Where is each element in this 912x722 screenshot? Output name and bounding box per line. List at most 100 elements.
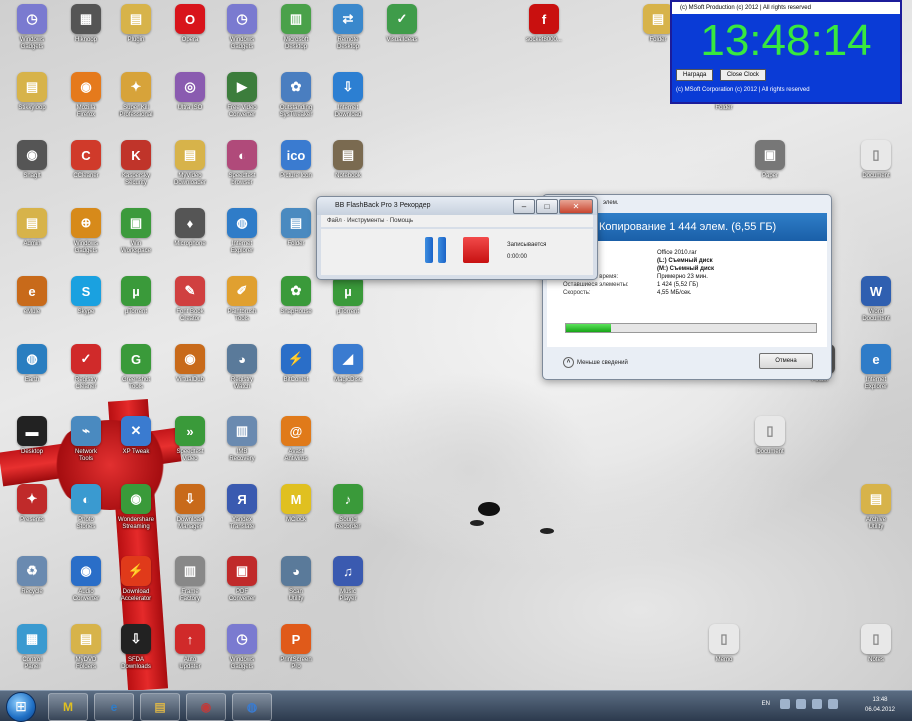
desktop-icon[interactable]: W Word Document: [846, 274, 906, 338]
desktop-icon[interactable]: ◎ Ultra ISO: [160, 70, 220, 134]
desktop-icon[interactable]: ▦ Control Panel: [2, 622, 62, 686]
desktop-icon[interactable]: ▯ Memo: [694, 622, 754, 686]
desktop-icon[interactable]: ♦ Microphone: [160, 206, 220, 270]
desktop-icon[interactable]: » Speedtest Video: [160, 414, 220, 478]
desktop-icon[interactable]: ▥ IMB Recovery: [212, 414, 272, 478]
desktop-icon[interactable]: ⚡ Download Accelerator: [106, 554, 166, 618]
desktop-icon[interactable]: ▯ Document: [846, 138, 906, 202]
desktop-icon[interactable]: ✦ Super Kill Professional: [106, 70, 166, 134]
close-clock-button[interactable]: Close Clock: [719, 69, 766, 81]
pause-button[interactable]: [425, 237, 447, 263]
tray-flag-icon[interactable]: [780, 699, 790, 709]
desktop-icon[interactable]: ◷ Windows Gadgets: [212, 2, 272, 66]
desktop-icon[interactable]: ▯ Notes: [846, 622, 906, 686]
desktop-icon[interactable]: ✿ Outstanding SysTweaker: [266, 70, 326, 134]
maximize-button[interactable]: □: [536, 199, 558, 214]
desktop-icon[interactable]: ◍ Internet Explorer: [212, 206, 272, 270]
desktop-icon[interactable]: ⚡ BitComet: [266, 342, 326, 406]
desktop-icon[interactable]: ✓ VisualIdeas: [372, 2, 432, 66]
taskbar-internet-explorer-button[interactable]: e: [94, 693, 134, 721]
desktop-icon[interactable]: G Greenshot Tools: [106, 342, 166, 406]
recorder-window[interactable]: BB FlashBack Pro 3 Рекордер – □ ✕ Файл ·…: [316, 196, 598, 280]
desktop-icon-label: Recycle: [21, 589, 43, 595]
recorder-titlebar[interactable]: BB FlashBack Pro 3 Рекордер – □ ✕: [317, 197, 597, 215]
desktop-icon[interactable]: e Internet Explorer: [846, 342, 906, 406]
app-icon: ▤: [281, 208, 311, 238]
desktop-icon[interactable]: ⇄ Remote Desktop: [318, 2, 378, 66]
app-icon: ◐: [71, 484, 101, 514]
desktop-icon[interactable]: ⇩ Internet Download: [318, 70, 378, 134]
desktop-icon[interactable]: ✐ Paintbrush Tools: [212, 274, 272, 338]
desktop-icon[interactable]: ▣ Paper: [740, 138, 800, 202]
close-button[interactable]: ✕: [559, 199, 593, 214]
desktop-icon[interactable]: ▯ Document: [740, 414, 800, 478]
desktop-icon[interactable]: ▤ Plugin: [106, 2, 166, 66]
desktop-icon[interactable]: ✎ Font Book Creator: [160, 274, 220, 338]
desktop-icon-label: Paper: [761, 173, 778, 179]
tray-network-icon[interactable]: [796, 699, 806, 709]
desktop-icon[interactable]: ico Picture Icon: [266, 138, 326, 202]
desktop-icon[interactable]: ✦ Presents: [2, 482, 62, 546]
desktop-icon[interactable]: f socket8000...: [514, 2, 574, 66]
taskbar-flashback-button[interactable]: ◉: [186, 693, 226, 721]
taskbar-copy-button[interactable]: ◍: [232, 693, 272, 721]
taskbar-explorer-button[interactable]: ▤: [140, 693, 180, 721]
app-icon: P: [281, 624, 311, 654]
desktop-icon[interactable]: ▬ Desktop: [2, 414, 62, 478]
taskbar-mclock-button[interactable]: M: [48, 693, 88, 721]
desktop-icon[interactable]: ◉ VirtualDub: [160, 342, 220, 406]
desktop-icon[interactable]: ✕ XP Tweak: [106, 414, 166, 478]
tray-volume-icon[interactable]: [812, 699, 822, 709]
minimize-button[interactable]: –: [513, 199, 535, 214]
desktop-icon[interactable]: ◉ SnagIt: [2, 138, 62, 202]
desktop-icon[interactable]: ♻ Recycle: [2, 554, 62, 618]
stop-button[interactable]: [463, 237, 489, 263]
desktop-icon[interactable]: ◍ Earth: [2, 342, 62, 406]
recorder-menu[interactable]: Файл · Инструменты · Помощь: [321, 215, 593, 227]
desktop-icon[interactable]: ↑ Auto Updater: [160, 622, 220, 686]
desktop-icon[interactable]: µ µTorrent: [106, 274, 166, 338]
desktop-icon[interactable]: ♫ Music Player: [318, 554, 378, 618]
desktop-icon[interactable]: ◕ Registry Watch: [212, 342, 272, 406]
desktop-icon[interactable]: ◐ Speedtest browser: [212, 138, 272, 202]
desktop-icon-label: Document: [862, 173, 890, 179]
detail-key: Скорость:: [563, 290, 591, 296]
desktop-icon[interactable]: ▤ Archive Utility: [846, 482, 906, 546]
desktop-icon[interactable]: ▣ Win Workspace: [106, 206, 166, 270]
clock-widget[interactable]: (c) MSoft Production (c) 2012 | All righ…: [670, 0, 902, 104]
desktop-icon[interactable]: ▤ Admin: [2, 206, 62, 270]
desktop-icon[interactable]: ◷ Windows Gadgets: [2, 2, 62, 66]
desktop-icon[interactable]: ▤ Stikkyloop: [2, 70, 62, 134]
desktop-icon[interactable]: ▶ Free Video Converter: [212, 70, 272, 134]
desktop-icon[interactable]: ▥ Frame Factory: [160, 554, 220, 618]
desktop-icon[interactable]: Я Yandex Translate: [212, 482, 272, 546]
clock-award-button[interactable]: Награда: [676, 69, 714, 81]
desktop-icon[interactable]: K Kaspersky Security: [106, 138, 166, 202]
start-button[interactable]: [6, 692, 36, 722]
detail-value: (M:) Съемный диск: [657, 266, 715, 272]
less-details-toggle[interactable]: ˄ Меньше сведений: [563, 357, 628, 368]
desktop-icon[interactable]: P PrintScreen Pro: [266, 622, 326, 686]
desktop-icon[interactable]: ◢ MagicDisc: [318, 342, 378, 406]
language-indicator[interactable]: EN: [762, 701, 770, 707]
desktop-icon[interactable]: ▥ Microsoft Desktop: [266, 2, 326, 66]
desktop-icon[interactable]: M MClock: [266, 482, 326, 546]
desktop-icon[interactable]: ▣ PDF Converter: [212, 554, 272, 618]
desktop-icon[interactable]: µ µTorrent: [318, 274, 378, 338]
desktop-icon[interactable]: @ Avast Antivirus: [266, 414, 326, 478]
desktop-icon[interactable]: ▤ MyVideo Downloader: [160, 138, 220, 202]
desktop-icon[interactable]: O Opera: [160, 2, 220, 66]
desktop-icon[interactable]: ♪ Sound Recorder: [318, 482, 378, 546]
desktop-icon[interactable]: ◕ Scan Utility: [266, 554, 326, 618]
cancel-button[interactable]: Отмена: [759, 353, 813, 369]
desktop-icon[interactable]: ◷ Windows Gadgets: [212, 622, 272, 686]
desktop-icon[interactable]: e eMule: [2, 274, 62, 338]
desktop-icon[interactable]: ▤ Notebook: [318, 138, 378, 202]
desktop-icon[interactable]: ⇩ SFDA Downloads: [106, 622, 166, 686]
app-icon: ✦: [121, 72, 151, 102]
desktop-icon[interactable]: ◉ Wondershare Streaming: [106, 482, 166, 546]
desktop-icon[interactable]: ✿ SnapHouse: [266, 274, 326, 338]
tray-power-icon[interactable]: [828, 699, 838, 709]
desktop-icon[interactable]: ⇩ Download Manager: [160, 482, 220, 546]
tray-clock[interactable]: 13:48 06.04.2012: [860, 695, 900, 715]
